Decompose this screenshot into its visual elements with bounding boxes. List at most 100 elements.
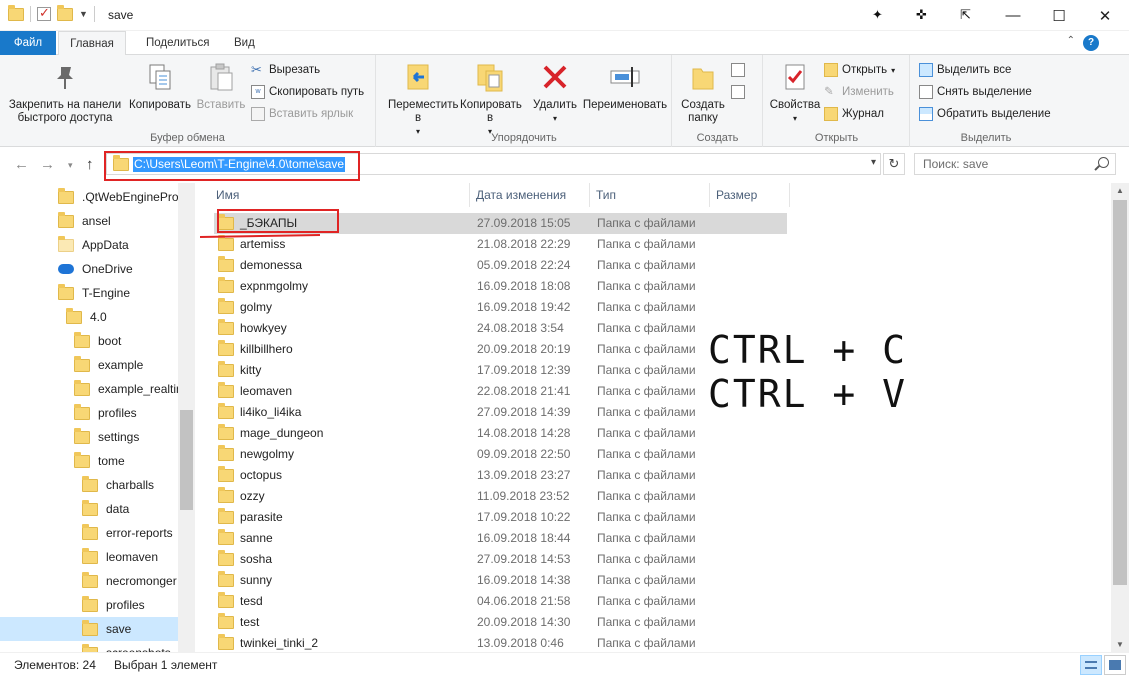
new-item-icon[interactable] <box>731 63 745 77</box>
file-row[interactable]: sanne 16.09.2018 18:44 Папка с файлами <box>214 528 787 549</box>
properties-button[interactable]: Свойства ▾ <box>766 61 824 125</box>
file-row[interactable]: howkyey 24.08.2018 3:54 Папка с файлами <box>214 318 787 339</box>
move-to-button[interactable]: Переместить в ▾ <box>381 61 458 138</box>
nav-scrollbar-thumb[interactable] <box>180 410 193 510</box>
file-row[interactable]: parasite 17.09.2018 10:22 Папка с файлами <box>214 507 787 528</box>
file-row[interactable]: artemiss 21.08.2018 22:29 Папка с файлами <box>214 234 787 255</box>
nav-item[interactable]: example <box>74 353 178 377</box>
nav-item[interactable]: data <box>82 497 178 521</box>
chevron-down-icon[interactable]: ▾ <box>68 160 73 171</box>
easy-access-icon[interactable] <box>731 85 745 99</box>
file-row[interactable]: golmy 16.09.2018 19:42 Папка с файлами <box>214 297 787 318</box>
paste-shortcut-button[interactable]: Вставить ярлык <box>251 107 353 121</box>
close-button[interactable]: ✕ <box>1082 0 1128 31</box>
file-row[interactable]: leomaven 22.08.2018 21:41 Папка с файлами <box>214 381 787 402</box>
file-row[interactable]: octopus 13.09.2018 23:27 Папка с файлами <box>214 465 787 486</box>
nav-item[interactable]: leomaven <box>82 545 178 569</box>
paste-button[interactable]: Вставить <box>194 61 248 112</box>
nav-item[interactable]: settings <box>74 425 178 449</box>
details-view-button[interactable] <box>1080 655 1102 675</box>
file-row[interactable]: sosha 27.09.2018 14:53 Папка с файлами <box>214 549 787 570</box>
open-button[interactable]: Открыть ▾ <box>824 63 895 77</box>
pin-quick-access-button[interactable]: Закрепить на панели быстрого доступа <box>6 61 124 125</box>
tab-file[interactable]: Файл <box>0 31 56 55</box>
file-name: mage_dungeon <box>240 426 324 440</box>
new-folder-button[interactable]: Создать папку <box>677 61 729 125</box>
nav-item[interactable]: example_realtim <box>74 377 186 401</box>
select-none-button[interactable]: Снять выделение <box>919 85 1032 99</box>
nav-item[interactable]: T-Engine <box>58 281 178 305</box>
file-list-scrollbar-thumb[interactable] <box>1113 200 1127 585</box>
file-row[interactable]: newgolmy 09.09.2018 22:50 Папка с файлами <box>214 444 787 465</box>
nav-item[interactable]: charballs <box>82 473 178 497</box>
file-row[interactable]: killbillhero 20.09.2018 20:19 Папка с файл… <box>214 339 787 360</box>
annotation-copy-shortcut: CTRL + C <box>708 328 908 372</box>
scissors-icon: ✂ <box>251 62 262 77</box>
file-row[interactable]: demonessa 05.09.2018 22:24 Папка с файлами <box>214 255 787 276</box>
column-header-type[interactable]: Тип <box>590 183 710 207</box>
up-arrow-icon[interactable]: ↑ <box>86 156 94 173</box>
file-row[interactable]: twinkei_tinki_2 13.09.2018 0:46 Папка с фа… <box>214 633 787 652</box>
scroll-down-icon[interactable]: ▼ <box>1116 640 1124 649</box>
chevron-down-icon[interactable]: ▼ <box>79 9 88 19</box>
ribbon: Закрепить на панели быстрого доступа Коп… <box>0 55 1129 147</box>
select-all-button[interactable]: Выделить все <box>919 63 1011 77</box>
copy-to-button[interactable]: Копировать в ▾ <box>455 61 525 138</box>
minimize-button[interactable]: — <box>990 0 1036 31</box>
file-row[interactable]: sunny 16.09.2018 14:38 Папка с файлами <box>214 570 787 591</box>
invert-selection-button[interactable]: Обратить выделение <box>919 107 1051 121</box>
nav-item[interactable]: save <box>0 617 178 641</box>
file-row[interactable]: test 20.09.2018 14:30 Папка с файлами <box>214 612 787 633</box>
status-item-count: Элементов: 24 <box>14 658 96 672</box>
rename-button[interactable]: Переименовать <box>581 61 669 112</box>
nav-item[interactable]: ansel <box>58 209 178 233</box>
search-box[interactable]: Поиск: save <box>914 153 1116 175</box>
column-header-size[interactable]: Размер <box>710 183 790 207</box>
chevron-up-icon[interactable]: ⌃ <box>1067 35 1075 46</box>
folder-icon <box>218 235 234 251</box>
nav-item[interactable]: profiles <box>82 593 178 617</box>
tab-share[interactable]: Поделиться <box>134 31 222 55</box>
file-row[interactable]: mage_dungeon 14.08.2018 14:28 Папка с файл… <box>214 423 787 444</box>
delete-button[interactable]: Удалить ▾ <box>529 61 581 125</box>
file-row[interactable]: kitty 17.09.2018 12:39 Папка с файлами <box>214 360 787 381</box>
history-button[interactable]: Журнал <box>824 107 884 121</box>
tab-view[interactable]: Вид <box>222 31 267 55</box>
nav-item[interactable]: screenshots <box>82 641 178 652</box>
maximize-button[interactable]: ☐ <box>1036 0 1082 31</box>
file-row[interactable]: expnmgolmy 16.09.2018 18:08 Папка с файлам… <box>214 276 787 297</box>
cut-button[interactable]: ✂ Вырезать <box>251 63 320 77</box>
nav-item[interactable]: necromonger <box>82 569 178 593</box>
column-header-date[interactable]: Дата изменения <box>470 183 590 207</box>
nav-item[interactable]: tome <box>74 449 178 473</box>
file-row[interactable]: ozzy 11.09.2018 23:52 Папка с файлами <box>214 486 787 507</box>
column-header-name[interactable]: Имя <box>210 183 470 207</box>
nav-item[interactable]: boot <box>74 329 178 353</box>
copy-button[interactable]: Копировать <box>126 61 194 112</box>
properties-icon[interactable] <box>37 5 51 21</box>
nav-item[interactable]: error-reports <box>82 521 178 545</box>
nav-item[interactable]: 4.0 <box>66 305 178 329</box>
chevron-down-icon[interactable]: ▾ <box>871 157 876 168</box>
crosshair-icon[interactable]: ✜ <box>916 7 927 23</box>
nav-item[interactable]: profiles <box>74 401 178 425</box>
nav-item[interactable]: OneDrive <box>58 257 178 281</box>
large-icons-view-button[interactable] <box>1104 655 1126 675</box>
pin-icon[interactable]: ✦ <box>872 7 883 23</box>
help-icon[interactable]: ? <box>1083 35 1099 51</box>
edit-button[interactable]: ✎ Изменить <box>824 85 894 99</box>
nav-item[interactable]: AppData <box>58 233 178 257</box>
file-row[interactable]: tesd 04.06.2018 21:58 Папка с файлами <box>214 591 787 612</box>
file-row[interactable]: li4iko_li4ika 27.09.2018 14:39 Папка с фай… <box>214 402 787 423</box>
new-folder-icon[interactable] <box>57 4 73 21</box>
file-type: Папка с файлами <box>597 552 696 566</box>
export-icon[interactable]: ⇱ <box>960 7 971 23</box>
scroll-up-icon[interactable]: ▲ <box>1116 186 1124 195</box>
file-type: Папка с файлами <box>597 426 696 440</box>
nav-item[interactable]: .QtWebEngineProc <box>58 185 185 209</box>
forward-arrow-icon[interactable]: → <box>40 156 55 173</box>
tab-home[interactable]: Главная <box>58 31 126 56</box>
refresh-button[interactable]: ↻ <box>883 153 905 175</box>
back-arrow-icon[interactable]: ← <box>14 156 29 173</box>
copy-path-button[interactable]: w Скопировать путь <box>251 85 364 99</box>
